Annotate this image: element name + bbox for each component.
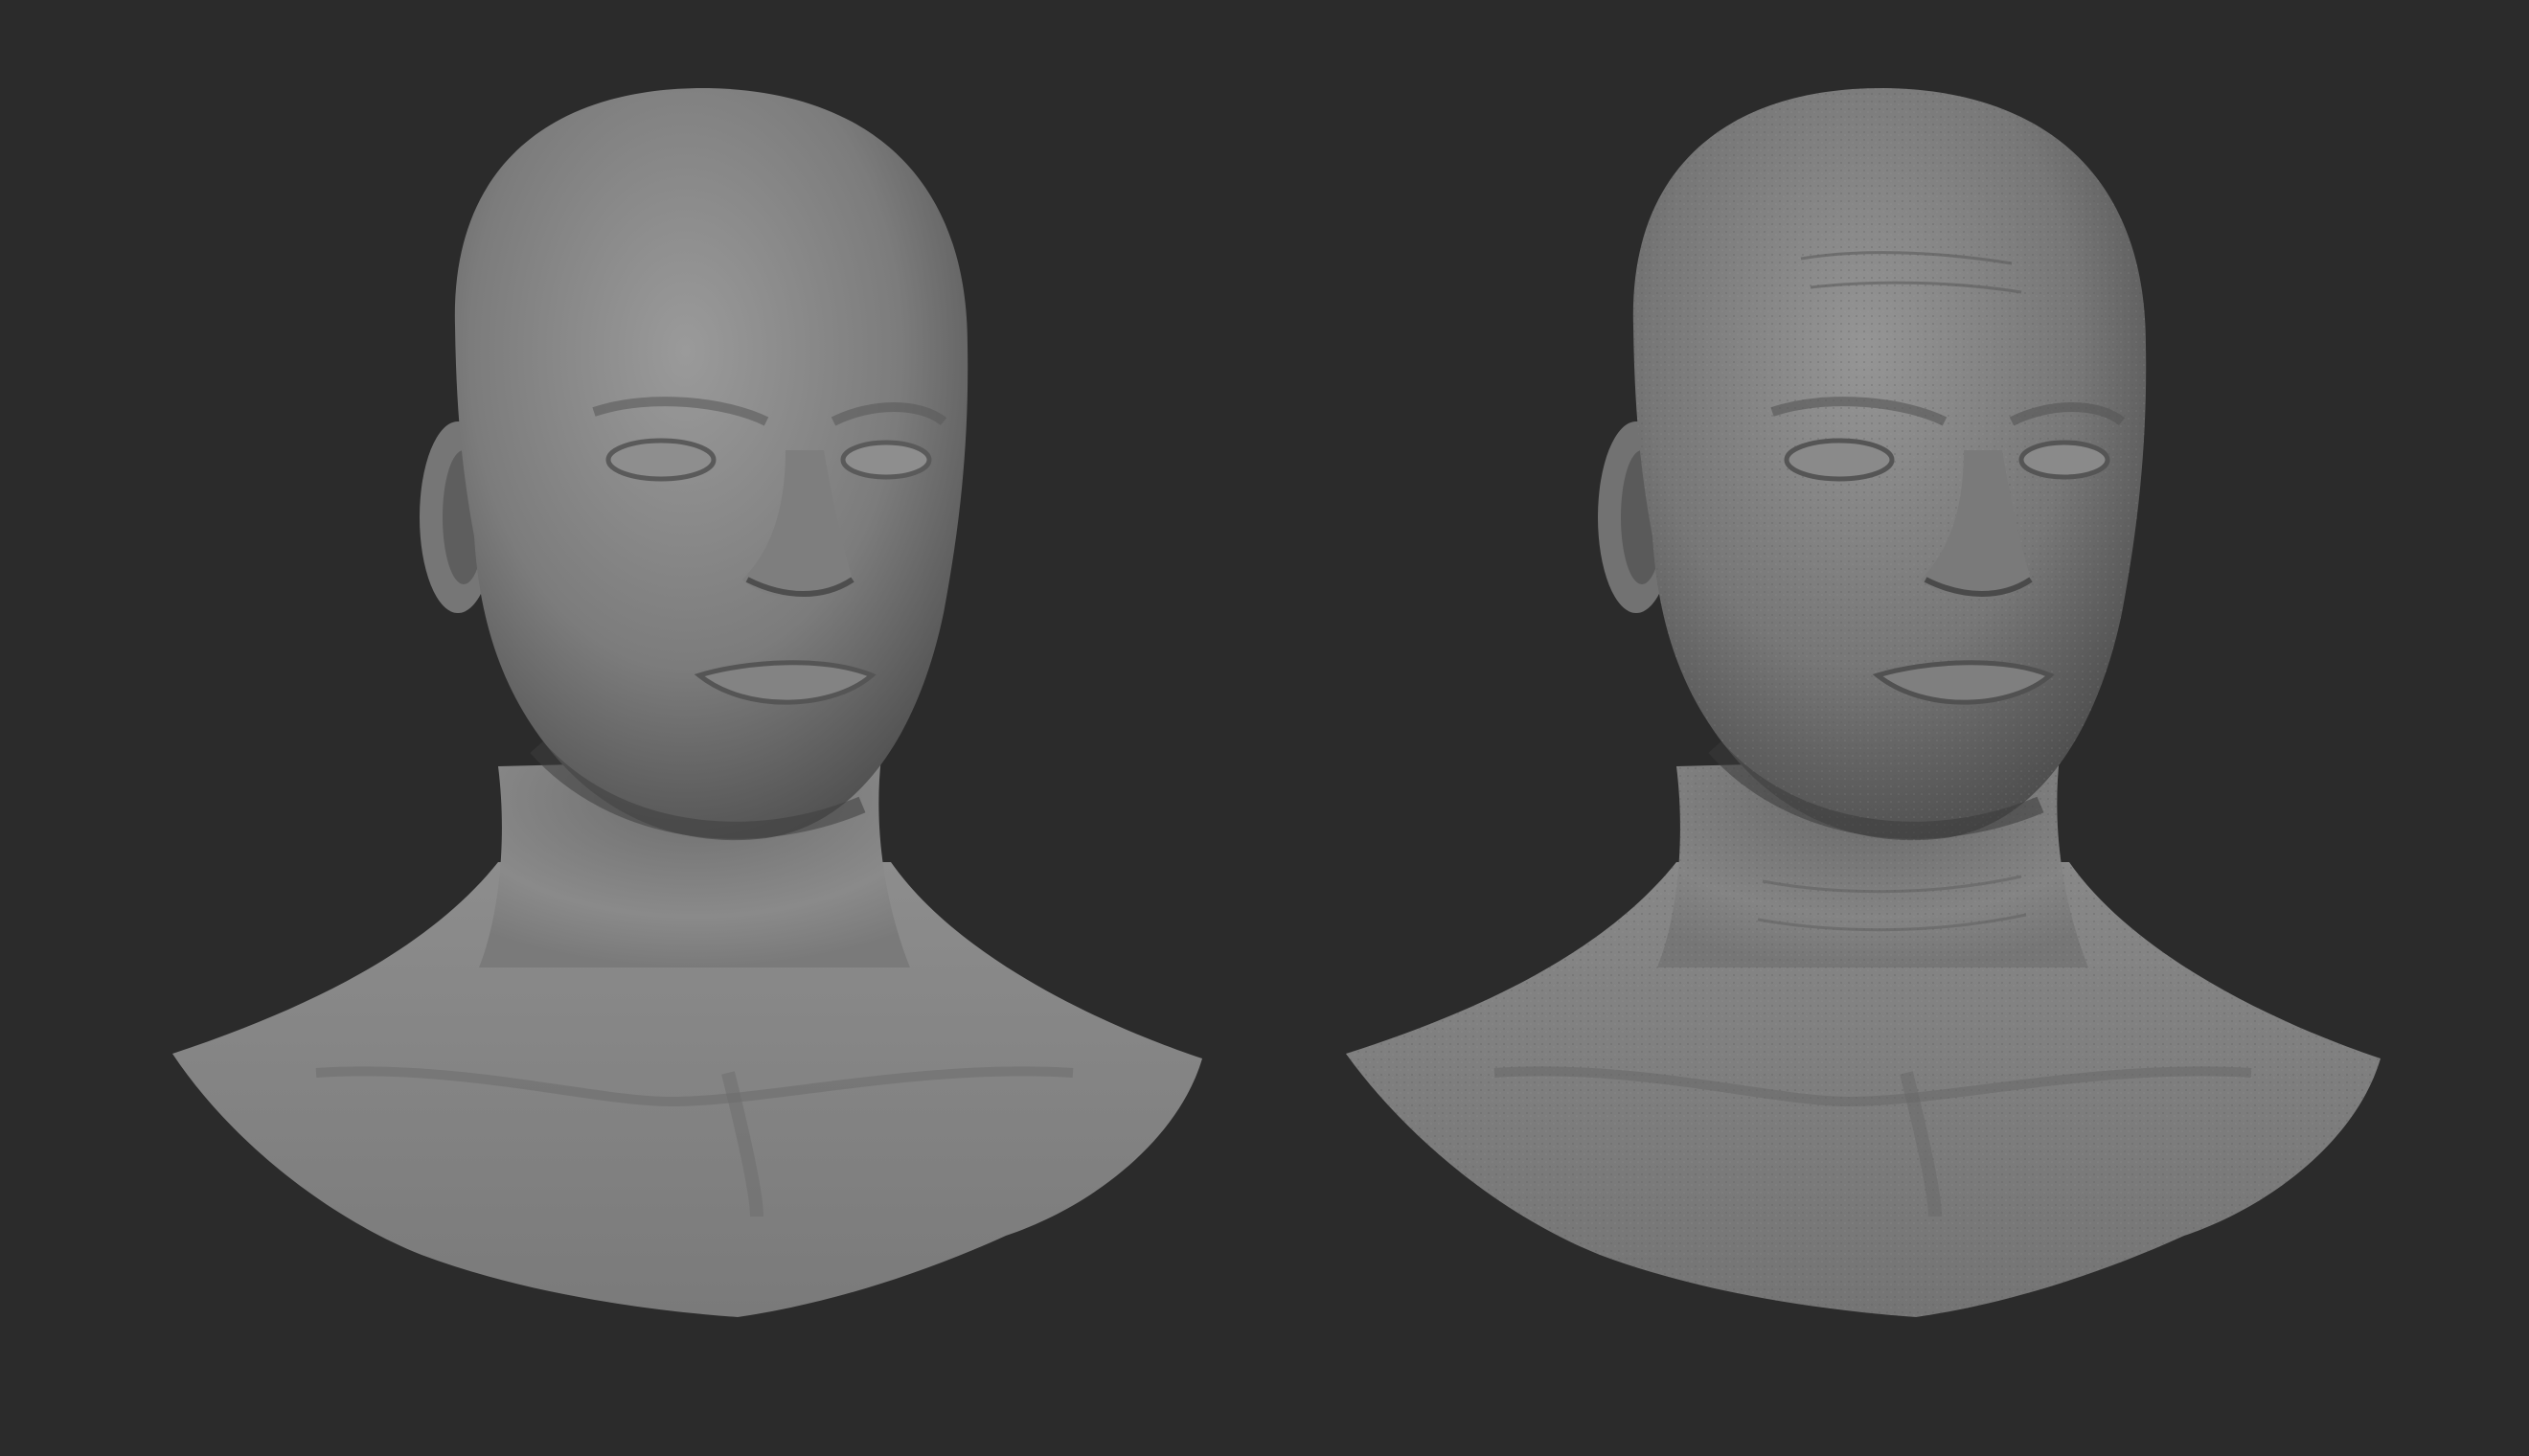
smooth-bust-graphic [172,87,1202,1317]
left-eye-shape [605,438,717,482]
smooth-bust-render [0,0,1264,1456]
detailed-bust-render [1264,0,2529,1456]
right-eye-shape [840,440,932,480]
render-viewport [0,0,2529,1456]
left-eye-shape [1784,438,1895,482]
detailed-bust-graphic [1346,87,2381,1317]
right-eye-shape [2018,440,2110,480]
